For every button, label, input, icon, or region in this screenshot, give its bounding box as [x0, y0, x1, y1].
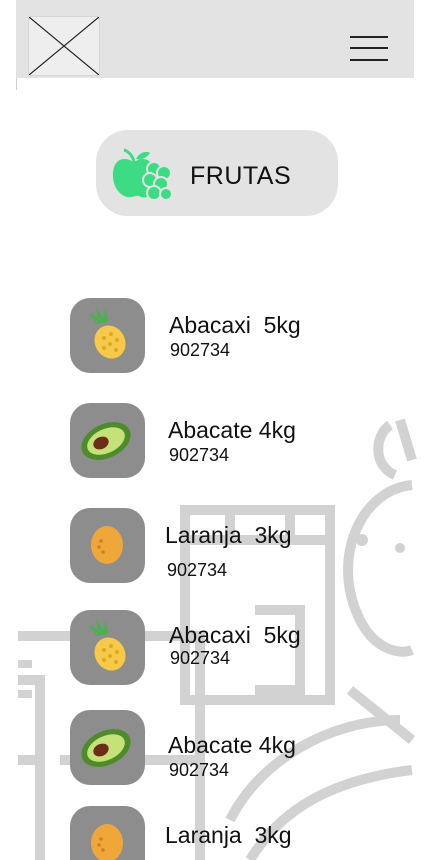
avocado-icon: [81, 729, 131, 767]
list-item[interactable]: Laranja 3kg 902734: [70, 508, 370, 584]
product-name: Laranja 3kg: [165, 822, 292, 848]
divider: [16, 78, 17, 90]
product-thumbnail: [70, 610, 145, 685]
pineapple-icon: [88, 306, 126, 359]
product-name: Laranja 3kg: [165, 522, 292, 548]
orange-icon: [91, 526, 123, 564]
app-screen: FRUTAS Abacaxi 5kg 902734 Abacate 4kg 90…: [0, 0, 430, 860]
category-fruits-button[interactable]: FRUTAS: [96, 130, 338, 216]
list-item[interactable]: Abacaxi 5kg 902734: [70, 610, 370, 686]
product-name: Abacaxi 5kg: [169, 622, 301, 648]
avocado-icon: [81, 422, 131, 460]
product-thumbnail: [70, 298, 145, 373]
product-code: 902734: [169, 760, 230, 780]
product-name: Abacate 4kg: [168, 732, 296, 758]
product-thumbnail: [70, 508, 145, 583]
product-code: 902734: [170, 340, 231, 360]
hamburger-menu-icon[interactable]: [350, 34, 388, 62]
list-item[interactable]: Abacaxi 5kg 902734: [70, 298, 370, 374]
product-code: 902734: [170, 648, 231, 668]
product-code: 902734: [169, 445, 230, 465]
product-name: Abacaxi 5kg: [169, 312, 301, 338]
category-label: FRUTAS: [190, 162, 292, 190]
product-thumbnail: [70, 710, 145, 785]
orange-icon: [91, 824, 123, 860]
list-item[interactable]: Abacate 4kg 902734: [70, 403, 370, 479]
product-name: Abacate 4kg: [168, 417, 296, 443]
pineapple-icon: [88, 618, 126, 671]
app-header: [16, 0, 414, 78]
image-placeholder-icon[interactable]: [28, 16, 100, 76]
list-item[interactable]: Abacate 4kg 902734: [70, 710, 370, 786]
product-thumbnail: [70, 403, 145, 478]
fruits-icon: [112, 148, 172, 201]
product-code: 902734: [167, 560, 228, 580]
list-item[interactable]: Laranja 3kg 902734: [70, 806, 370, 860]
product-thumbnail: [70, 806, 145, 860]
